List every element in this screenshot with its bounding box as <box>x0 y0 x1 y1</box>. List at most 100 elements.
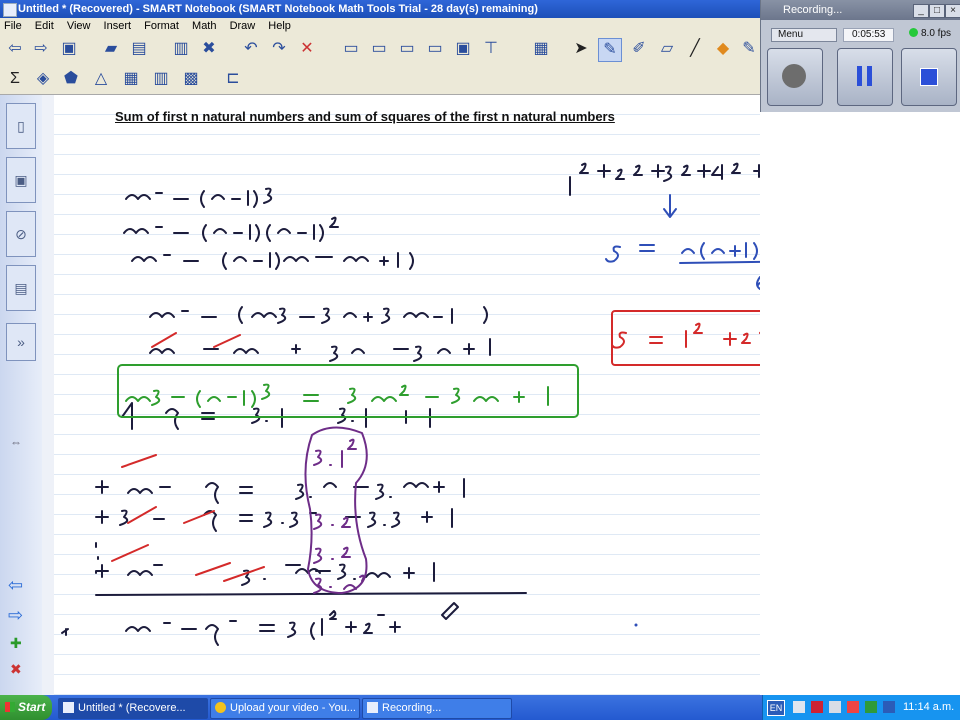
notebook-page[interactable]: Sum of first n natural numbers and sum o… <box>54 95 760 695</box>
gallery-tab-icon[interactable]: ▣ <box>6 157 36 203</box>
delete-page-icon[interactable]: ✖ <box>198 38 220 60</box>
grid-icon[interactable]: ▩ <box>180 68 202 90</box>
menu-file[interactable]: File <box>0 18 27 34</box>
menu-help[interactable]: Help <box>263 18 296 34</box>
capture-icon[interactable]: ▣ <box>452 38 474 60</box>
menu-draw[interactable]: Draw <box>225 18 261 34</box>
delete-icon[interactable]: ✕ <box>296 38 318 60</box>
creative-pen-icon[interactable]: ✐ <box>628 38 650 60</box>
ink-layer <box>61 162 760 646</box>
shape-icon[interactable]: ◆ <box>712 38 734 60</box>
full-screen-icon[interactable]: ▭ <box>368 38 390 60</box>
tray-icon-1[interactable] <box>793 701 805 713</box>
resize-handle-icon[interactable]: ⇔ <box>10 435 22 449</box>
recorder-title: Recording... <box>783 4 843 16</box>
tray-icon-2[interactable] <box>811 701 823 713</box>
add-page-icon[interactable]: ▣ <box>58 38 80 60</box>
document-camera-icon[interactable]: ⊤ <box>480 38 502 60</box>
start-label: Start <box>18 700 46 714</box>
shape-tool-icon[interactable]: ◈ <box>32 68 54 90</box>
previous-page-arrow-icon[interactable]: ⇦ <box>8 575 23 596</box>
ink-line-3 <box>131 252 414 270</box>
smart-notebook-icon <box>3 3 17 17</box>
task-browser-upload[interactable]: Upload your video - You... <box>210 698 360 719</box>
taskbar: Start Untitled * (Recovere... Upload you… <box>0 695 960 720</box>
windows-flag-icon <box>5 702 15 712</box>
stop-button[interactable] <box>901 48 957 106</box>
back-arrow-icon[interactable]: ⇦ <box>4 38 26 60</box>
open-folder-icon[interactable]: ▰ <box>100 38 122 60</box>
save-icon[interactable]: ▤ <box>128 38 150 60</box>
recording-elapsed-time: 0:05:53 <box>843 28 895 42</box>
tray-icon-4[interactable] <box>847 701 859 713</box>
identity-equation <box>125 383 549 408</box>
pen-icon[interactable]: ✎ <box>598 38 622 62</box>
next-page-arrow-icon[interactable]: ⇨ <box>8 605 23 626</box>
recorder-close-icon[interactable]: × <box>945 4 960 18</box>
menu-math[interactable]: Math <box>187 18 221 34</box>
properties-tab-icon[interactable]: ▤ <box>6 265 36 311</box>
measure-icon[interactable]: ⊏ <box>222 68 244 90</box>
paste-icon[interactable]: ▥ <box>170 38 192 60</box>
start-button[interactable]: Start <box>0 695 52 720</box>
identity-highlight-box <box>117 364 579 418</box>
table-icon[interactable]: ▦ <box>530 38 552 60</box>
pause-icon <box>857 66 862 86</box>
menu-format[interactable]: Format <box>139 18 184 34</box>
page-sorter-tab-icon[interactable]: ▯ <box>6 103 36 149</box>
language-indicator[interactable]: EN <box>767 700 785 716</box>
fill-icon[interactable]: ✎ <box>738 38 760 60</box>
chart-icon[interactable]: ▥ <box>150 68 172 90</box>
redo-icon[interactable]: ↷ <box>268 38 290 60</box>
clock: 11:14 a.m. <box>903 701 955 713</box>
stray-mark <box>61 628 69 636</box>
ink-line-1 <box>125 187 273 208</box>
dual-page-icon[interactable]: ▭ <box>396 38 418 60</box>
menu-edit[interactable]: Edit <box>30 18 59 34</box>
pause-button[interactable] <box>837 48 893 106</box>
task-smart-notebook[interactable]: Untitled * (Recovere... <box>58 698 208 719</box>
menu-insert[interactable]: Insert <box>99 18 137 34</box>
browser-icon <box>215 702 226 713</box>
tray-icon-3[interactable] <box>829 701 841 713</box>
tray-icon-5[interactable] <box>865 701 877 713</box>
screen-shade-icon[interactable]: ▭ <box>340 38 362 60</box>
task-recording[interactable]: Recording... <box>362 698 512 719</box>
sigma-icon[interactable]: Σ <box>4 68 26 90</box>
delete-page-icon-side[interactable]: ✖ <box>10 661 22 678</box>
notebook-icon <box>63 702 74 713</box>
display-icon[interactable]: ▭ <box>424 38 446 60</box>
undo-icon[interactable]: ↶ <box>240 38 262 60</box>
math-toolbar: Σ ◈ ⬟ △ ▦ ▥ ▩ ⊏ <box>0 64 760 95</box>
cursor-pen-icon <box>441 602 459 620</box>
add-page-icon-side[interactable]: ✚ <box>10 635 22 652</box>
eraser-icon[interactable]: ▱ <box>656 38 678 60</box>
fps-label: 8.0 fps <box>921 28 952 39</box>
tray-icon-6[interactable] <box>883 701 895 713</box>
recorder-minimize-icon[interactable]: _ <box>913 4 929 18</box>
graph-icon[interactable]: ▦ <box>120 68 142 90</box>
attachments-tab-icon[interactable]: ⊘ <box>6 211 36 257</box>
ink-line-2 <box>123 216 339 242</box>
menu-view[interactable]: View <box>62 18 96 34</box>
cancel-strokes <box>111 332 265 582</box>
line-icon[interactable]: ╱ <box>684 38 706 60</box>
recorder-restore-icon[interactable]: □ <box>929 4 945 18</box>
recorder-menu-button[interactable]: Menu <box>771 28 837 42</box>
record-button[interactable] <box>767 48 823 106</box>
select-arrow-icon[interactable]: ➤ <box>570 38 592 60</box>
ink-line-9 <box>95 542 435 586</box>
system-tray: EN 11:14 a.m. <box>762 695 960 720</box>
geometry-icon[interactable]: △ <box>90 68 112 90</box>
recorder-titlebar: Recording... _ □ × <box>761 0 960 20</box>
series-line <box>569 162 760 196</box>
down-arrow <box>663 194 677 218</box>
recorder-icon <box>367 702 378 713</box>
polygon-icon[interactable]: ⬟ <box>60 68 82 90</box>
ink-line-10 <box>125 610 401 646</box>
stray-dot <box>634 623 638 627</box>
expand-chevron-icon[interactable]: » <box>6 323 36 361</box>
recorder-panel: Recording... _ □ × Menu 0:05:53 8.0 fps <box>760 0 960 112</box>
menu-bar: File Edit View Insert Format Math Draw H… <box>0 18 760 34</box>
forward-arrow-icon[interactable]: ⇨ <box>30 38 52 60</box>
